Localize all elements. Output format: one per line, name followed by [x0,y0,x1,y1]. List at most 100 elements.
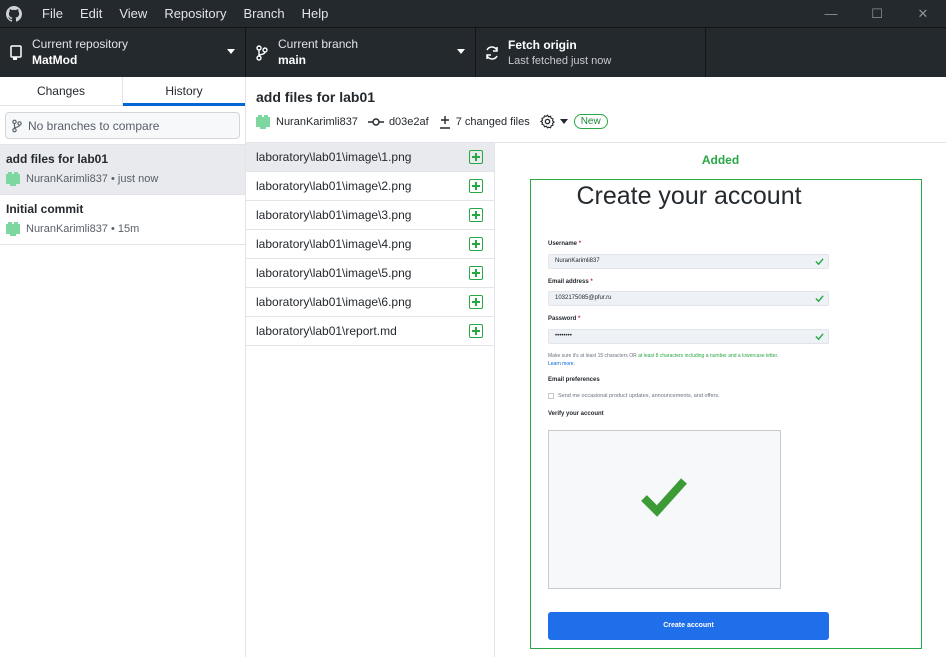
commit-summary-header: add files for lab01 NuranKarimli837 d03e… [246,77,946,143]
commit-sha[interactable]: d03e2af [367,115,429,128]
current-branch-button[interactable]: Current branch main [246,28,476,77]
branch-name: main [278,53,307,67]
preview-email-field: 1032175085@pfur.ru [548,291,829,306]
commit-author: NuranKarimli837 [26,223,108,235]
file-item[interactable]: laboratory\lab01\image\1.png [246,143,494,172]
repo-name: MatMod [32,53,78,67]
tab-changes[interactable]: Changes [0,77,122,105]
sidebar: Changes History No branches to compare a… [0,77,246,657]
menu-file[interactable]: File [34,0,71,27]
preview-password-field: •••••••• [548,329,829,344]
file-path: laboratory\lab01\image\5.png [256,266,412,280]
repo-label: Current repository [32,37,129,51]
check-icon [815,258,824,266]
file-added-icon [469,324,483,338]
file-added-icon [469,266,483,280]
changed-files-list: laboratory\lab01\image\1.png laboratory\… [246,143,495,657]
commit-time: 15m [117,223,140,235]
commit-item[interactable]: Initial commit NuranKarimli837 • 15m [0,195,245,245]
menu-edit[interactable]: Edit [72,0,110,27]
commit-item[interactable]: add files for lab01 NuranKarimli837 • ju… [0,145,245,195]
file-item[interactable]: laboratory\lab01\image\6.png [246,288,494,317]
current-repository-button[interactable]: Current repository MatMod [0,28,246,77]
preview-verify-title: Verify your account [548,411,604,417]
check-icon [815,295,824,303]
diff-status-label: Added [701,153,740,167]
check-icon [641,478,687,517]
menu-branch[interactable]: Branch [235,0,292,27]
gear-icon [539,114,555,129]
menu-bar: File Edit View Repository Branch Help [34,0,337,27]
file-item[interactable]: laboratory\lab01\image\2.png [246,172,494,201]
preview-email-label: Email address * [548,279,593,285]
diff-icon [439,115,451,129]
commit-title: add files for lab01 [6,152,109,166]
commit-list: add files for lab01 NuranKarimli837 • ju… [0,144,245,245]
preview-password-hint: Make sure it's at least 15 characters OR… [548,353,779,367]
diff-settings-button[interactable]: New [539,114,608,129]
diff-view: Added Create your account Username * Nur… [495,143,946,657]
meta-separator: • [107,223,118,235]
file-item[interactable]: laboratory\lab01\image\5.png [246,259,494,288]
commit-author: NuranKarimli837 [276,115,358,128]
avatar [6,172,20,186]
file-added-icon [469,179,483,193]
preview-verify-box [548,430,781,589]
menu-repository[interactable]: Repository [156,0,234,27]
branch-icon [12,119,22,133]
image-preview: Create your account Username * NuranKari… [530,179,922,649]
file-path: laboratory\lab01\image\1.png [256,150,412,164]
compare-placeholder: No branches to compare [28,118,160,133]
sync-icon [484,45,500,61]
git-commit-icon [367,117,384,127]
maximize-button[interactable]: ☐ [854,0,900,27]
repo-icon [8,44,24,61]
meta-separator: • [107,173,118,185]
compare-branch-input[interactable]: No branches to compare [5,112,240,139]
file-added-icon [469,208,483,222]
fetch-status: Last fetched just now [508,54,612,67]
branch-icon [254,44,270,61]
commit-summary-title: add files for lab01 [256,89,376,105]
checkbox-icon [548,393,554,399]
commit-author: NuranKarimli837 [26,173,108,185]
preview-email-preferences-title: Email preferences [548,377,600,383]
file-added-icon [469,150,483,164]
preview-heading: Create your account [576,182,802,210]
chevron-down-icon [559,119,568,124]
fetch-origin-button[interactable]: Fetch origin Last fetched just now [476,28,706,77]
title-bar: File Edit View Repository Branch Help — … [0,0,946,27]
changed-files-count: 7 changed files [455,115,530,128]
preview-email-preferences-option: Send me occasional product updates, anno… [548,393,720,399]
chevron-down-icon [227,49,235,54]
menu-view[interactable]: View [111,0,155,27]
file-path: laboratory\lab01\image\6.png [256,295,412,309]
file-path: laboratory\lab01\image\3.png [256,208,412,222]
file-item[interactable]: laboratory\lab01\image\4.png [246,230,494,259]
file-added-icon [469,237,483,251]
tab-history[interactable]: History [122,77,245,106]
commit-sha-value: d03e2af [388,115,429,128]
file-item[interactable]: laboratory\lab01\report.md [246,317,494,346]
file-item[interactable]: laboratory\lab01\image\3.png [246,201,494,230]
preview-username-label: Username * [548,241,582,247]
chevron-down-icon [457,49,465,54]
new-badge: New [573,114,608,129]
github-logo-icon [0,0,28,27]
toolbar: Current repository MatMod Current branch… [0,27,946,77]
minimize-button[interactable]: — [808,0,854,27]
sidebar-tabs: Changes History [0,77,245,106]
preview-username-field: NuranKarimli837 [548,254,829,269]
close-button[interactable]: ✕ [900,0,946,27]
menu-help[interactable]: Help [294,0,337,27]
file-path: laboratory\lab01\image\4.png [256,237,412,251]
avatar [6,222,20,236]
file-path: laboratory\lab01\image\2.png [256,179,412,193]
preview-password-label: Password * [548,316,581,322]
branch-label: Current branch [278,37,359,51]
commit-title: Initial commit [6,202,84,216]
preview-create-account-button: Create account [548,612,829,640]
avatar [256,114,270,129]
check-icon [815,333,824,341]
file-added-icon [469,295,483,309]
